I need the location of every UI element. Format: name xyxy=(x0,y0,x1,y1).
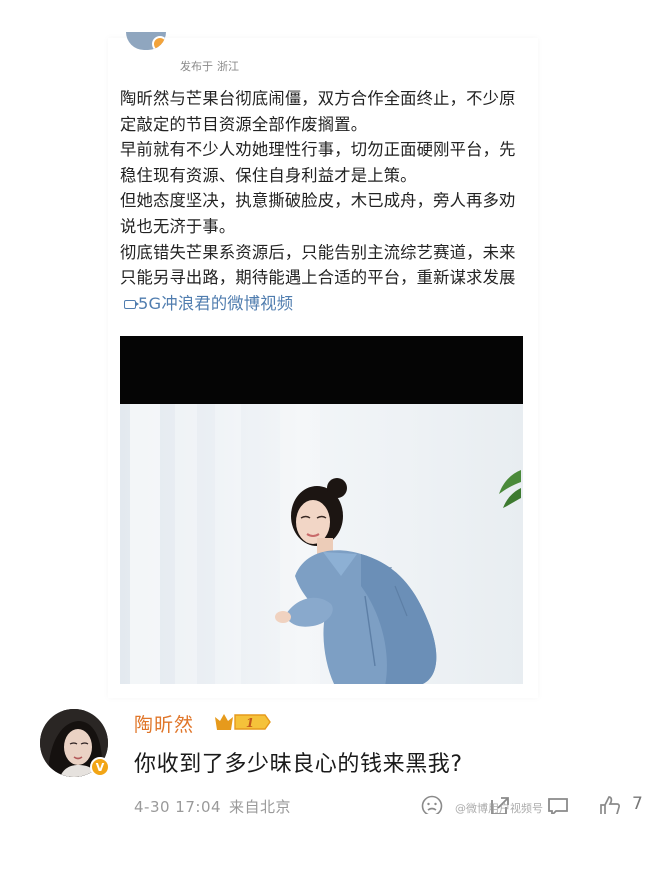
post-paragraph-text: 彻底错失芒果系资源后，只能告别主流综艺赛道，未来只能另寻出路，期待能遇上合适的平… xyxy=(120,242,516,288)
video-frame: - xyxy=(120,404,523,684)
post-paragraph: 早前就有不少人劝她理性行事，切勿正面硬刚平台，先稳住现有资源、保住自身利益才是上… xyxy=(120,140,516,185)
author-avatar[interactable] xyxy=(126,32,166,50)
video-camera-icon xyxy=(124,299,139,309)
post-meta-label: 发布于 xyxy=(180,60,213,73)
post-paragraph: 陶昕然与芒果台彻底闹僵，双方合作全面终止，不少原定敲定的节目资源全部作废搁置。 xyxy=(120,89,516,134)
bottom-blank-area xyxy=(0,814,653,870)
reply-username[interactable]: 陶昕然 xyxy=(134,710,194,737)
like-count: 7 xyxy=(632,794,643,814)
post-paragraph: 彻底错失芒果系资源后，只能告别主流综艺赛道，未来只能另寻出路，期待能遇上合适的平… xyxy=(120,240,530,317)
verified-badge-icon: V xyxy=(90,757,110,777)
member-level: 1 xyxy=(246,716,254,730)
post-body: 陶昕然与芒果台彻底闹僵，双方合作全面终止，不少原定敲定的节目资源全部作废搁置。 … xyxy=(120,86,530,316)
curtain-fold xyxy=(175,404,197,684)
reply-comment: V 陶昕然 1 你收到了多少昧良心的钱来黑我? 4-30 17:04 来自北京 7 xyxy=(38,702,643,822)
post-paragraph: 但她态度坚决，执意撕破脸皮，木已成舟，旁人再多劝说也无济于事。 xyxy=(120,191,516,236)
reply-text: 你收到了多少昧良心的钱来黑我? xyxy=(134,752,463,777)
curtain-fold xyxy=(130,404,160,684)
plant-leaf-icon xyxy=(499,470,521,508)
post-video[interactable]: - xyxy=(120,336,523,684)
curtain-fold xyxy=(215,404,241,684)
post-meta: 发布于 浙江 xyxy=(180,58,239,74)
woman-in-denim-photo: - xyxy=(275,478,437,684)
video-link[interactable]: 5G冲浪君的微博视频 xyxy=(120,294,293,313)
video-link-label: 5G冲浪君的微博视频 xyxy=(138,293,294,313)
video-letterbox xyxy=(120,336,523,404)
watermark-text: @微博用户视频号 xyxy=(455,802,543,815)
svg-text:-: - xyxy=(389,563,392,573)
post-location: 浙江 xyxy=(217,60,239,73)
member-crown-icon[interactable]: 1 xyxy=(213,711,271,733)
